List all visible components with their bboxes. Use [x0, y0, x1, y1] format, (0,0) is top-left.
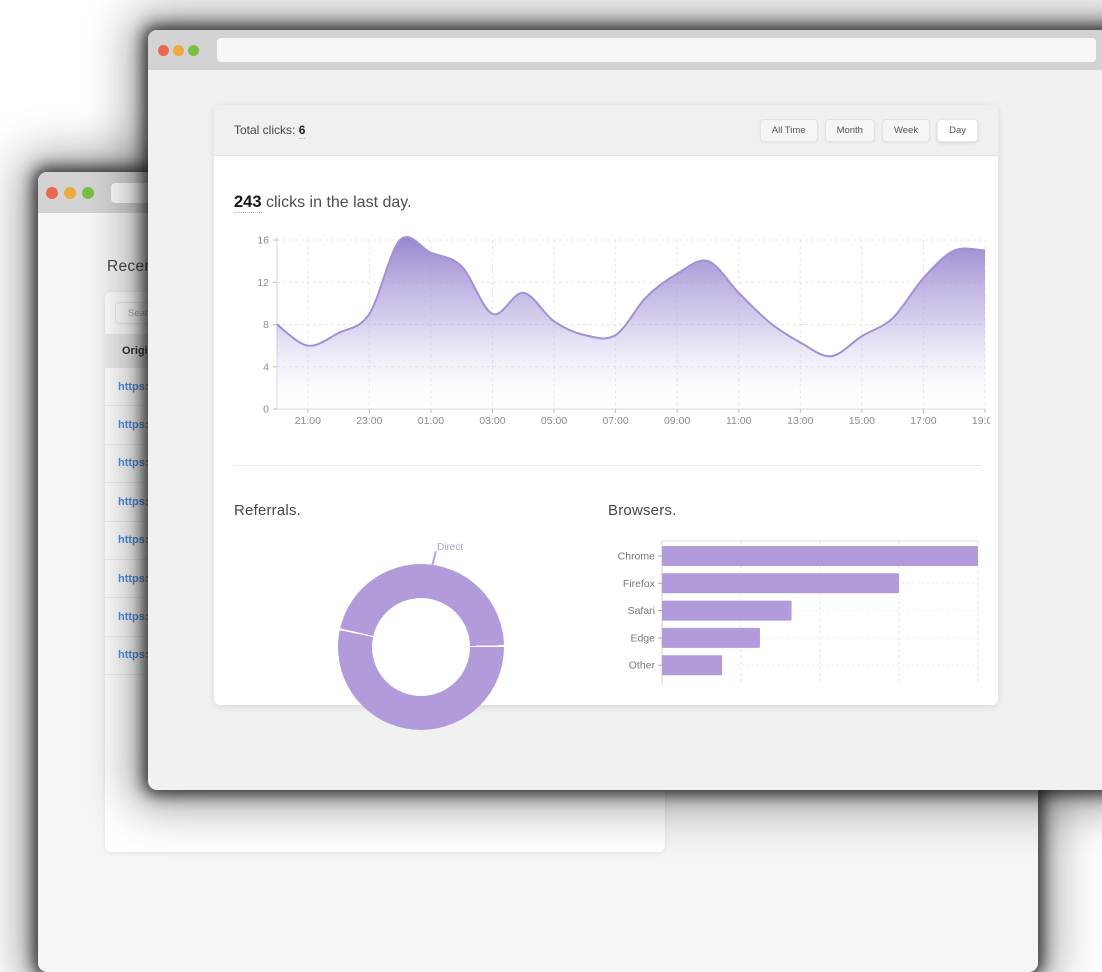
total-clicks-value: 6 [298, 123, 306, 139]
origin-url-link[interactable]: https: [118, 611, 149, 623]
referrals-section-title: Referrals. [234, 502, 302, 519]
svg-text:8: 8 [263, 319, 269, 331]
svg-text:09:00: 09:00 [664, 415, 690, 427]
referrals-donut-chart [338, 564, 504, 730]
analytics-browser-window: Total clicks: 6 All Time Month Week Day … [148, 30, 1102, 790]
svg-text:0: 0 [263, 404, 269, 416]
time-filter-group: All Time Month Week Day [759, 118, 978, 142]
svg-text:19:00: 19:00 [972, 415, 990, 427]
donut-hole [372, 598, 470, 696]
clicks-period-text: clicks in the last day. [265, 194, 412, 211]
clicks-count: 243 [234, 193, 262, 213]
clicks-headline: 243 clicks in the last day. [234, 193, 412, 213]
svg-text:17:00: 17:00 [910, 415, 936, 427]
filter-all-time-button[interactable]: All Time [759, 118, 818, 142]
filter-day-button[interactable]: Day [937, 118, 978, 142]
close-window-icon[interactable] [46, 186, 58, 199]
donut-label-pointer [431, 551, 437, 566]
origin-url-link[interactable]: https: [118, 419, 149, 431]
origin-url-link[interactable]: https: [118, 381, 149, 393]
clicks-area-chart: 0 4 8 12 16 21:00 23:00 01:00 03:00 05:00 07:00 09:… [257, 235, 990, 428]
analytics-page: Total clicks: 6 All Time Month Week Day … [148, 70, 1102, 790]
bg-traffic-lights [46, 186, 100, 199]
svg-text:05:00: 05:00 [541, 415, 567, 427]
svg-text:Edge: Edge [630, 632, 655, 644]
total-clicks-text: Total clicks: [234, 123, 296, 137]
svg-text:12: 12 [257, 277, 269, 289]
close-window-icon[interactable] [158, 44, 169, 56]
maximize-window-icon[interactable] [82, 186, 94, 199]
svg-text:21:00: 21:00 [295, 415, 321, 427]
svg-text:16: 16 [257, 235, 269, 247]
svg-text:23:00: 23:00 [356, 415, 382, 427]
browsers-bar-chart: Chrome Firefox Safari Edge Other [618, 540, 979, 685]
origin-url-link[interactable]: https: [118, 496, 149, 508]
svg-text:13:00: 13:00 [787, 415, 813, 427]
origin-url-link[interactable]: https: [118, 457, 149, 469]
svg-text:03:00: 03:00 [479, 415, 505, 427]
minimize-window-icon[interactable] [173, 44, 184, 56]
analytics-card: Total clicks: 6 All Time Month Week Day … [214, 105, 998, 730]
minimize-window-icon[interactable] [64, 186, 76, 199]
svg-text:Other: Other [629, 660, 656, 672]
svg-text:Safari: Safari [628, 605, 655, 617]
svg-text:Chrome: Chrome [618, 551, 656, 563]
svg-text:11:00: 11:00 [726, 415, 752, 427]
total-clicks-label: Total clicks: 6 [234, 123, 306, 139]
svg-text:07:00: 07:00 [602, 415, 628, 427]
svg-text:15:00: 15:00 [849, 415, 875, 427]
card-header: Total clicks: 6 All Time Month Week Day [214, 105, 998, 156]
fg-url-bar[interactable] [217, 38, 1096, 62]
fg-browser-titlebar [148, 30, 1102, 70]
section-divider [234, 465, 981, 466]
donut-slice-label: Direct [437, 542, 464, 553]
svg-text:01:00: 01:00 [418, 415, 444, 427]
svg-text:Firefox: Firefox [623, 578, 656, 590]
origin-url-link[interactable]: https: [118, 649, 149, 661]
origin-url-link[interactable]: https: [118, 534, 149, 546]
fg-traffic-lights [158, 44, 203, 56]
filter-month-button[interactable]: Month [824, 118, 875, 142]
svg-text:4: 4 [263, 361, 269, 373]
maximize-window-icon[interactable] [188, 44, 199, 56]
browsers-section-title: Browsers. [608, 502, 677, 519]
origin-url-link[interactable]: https: [118, 573, 149, 585]
filter-week-button[interactable]: Week [881, 118, 931, 142]
